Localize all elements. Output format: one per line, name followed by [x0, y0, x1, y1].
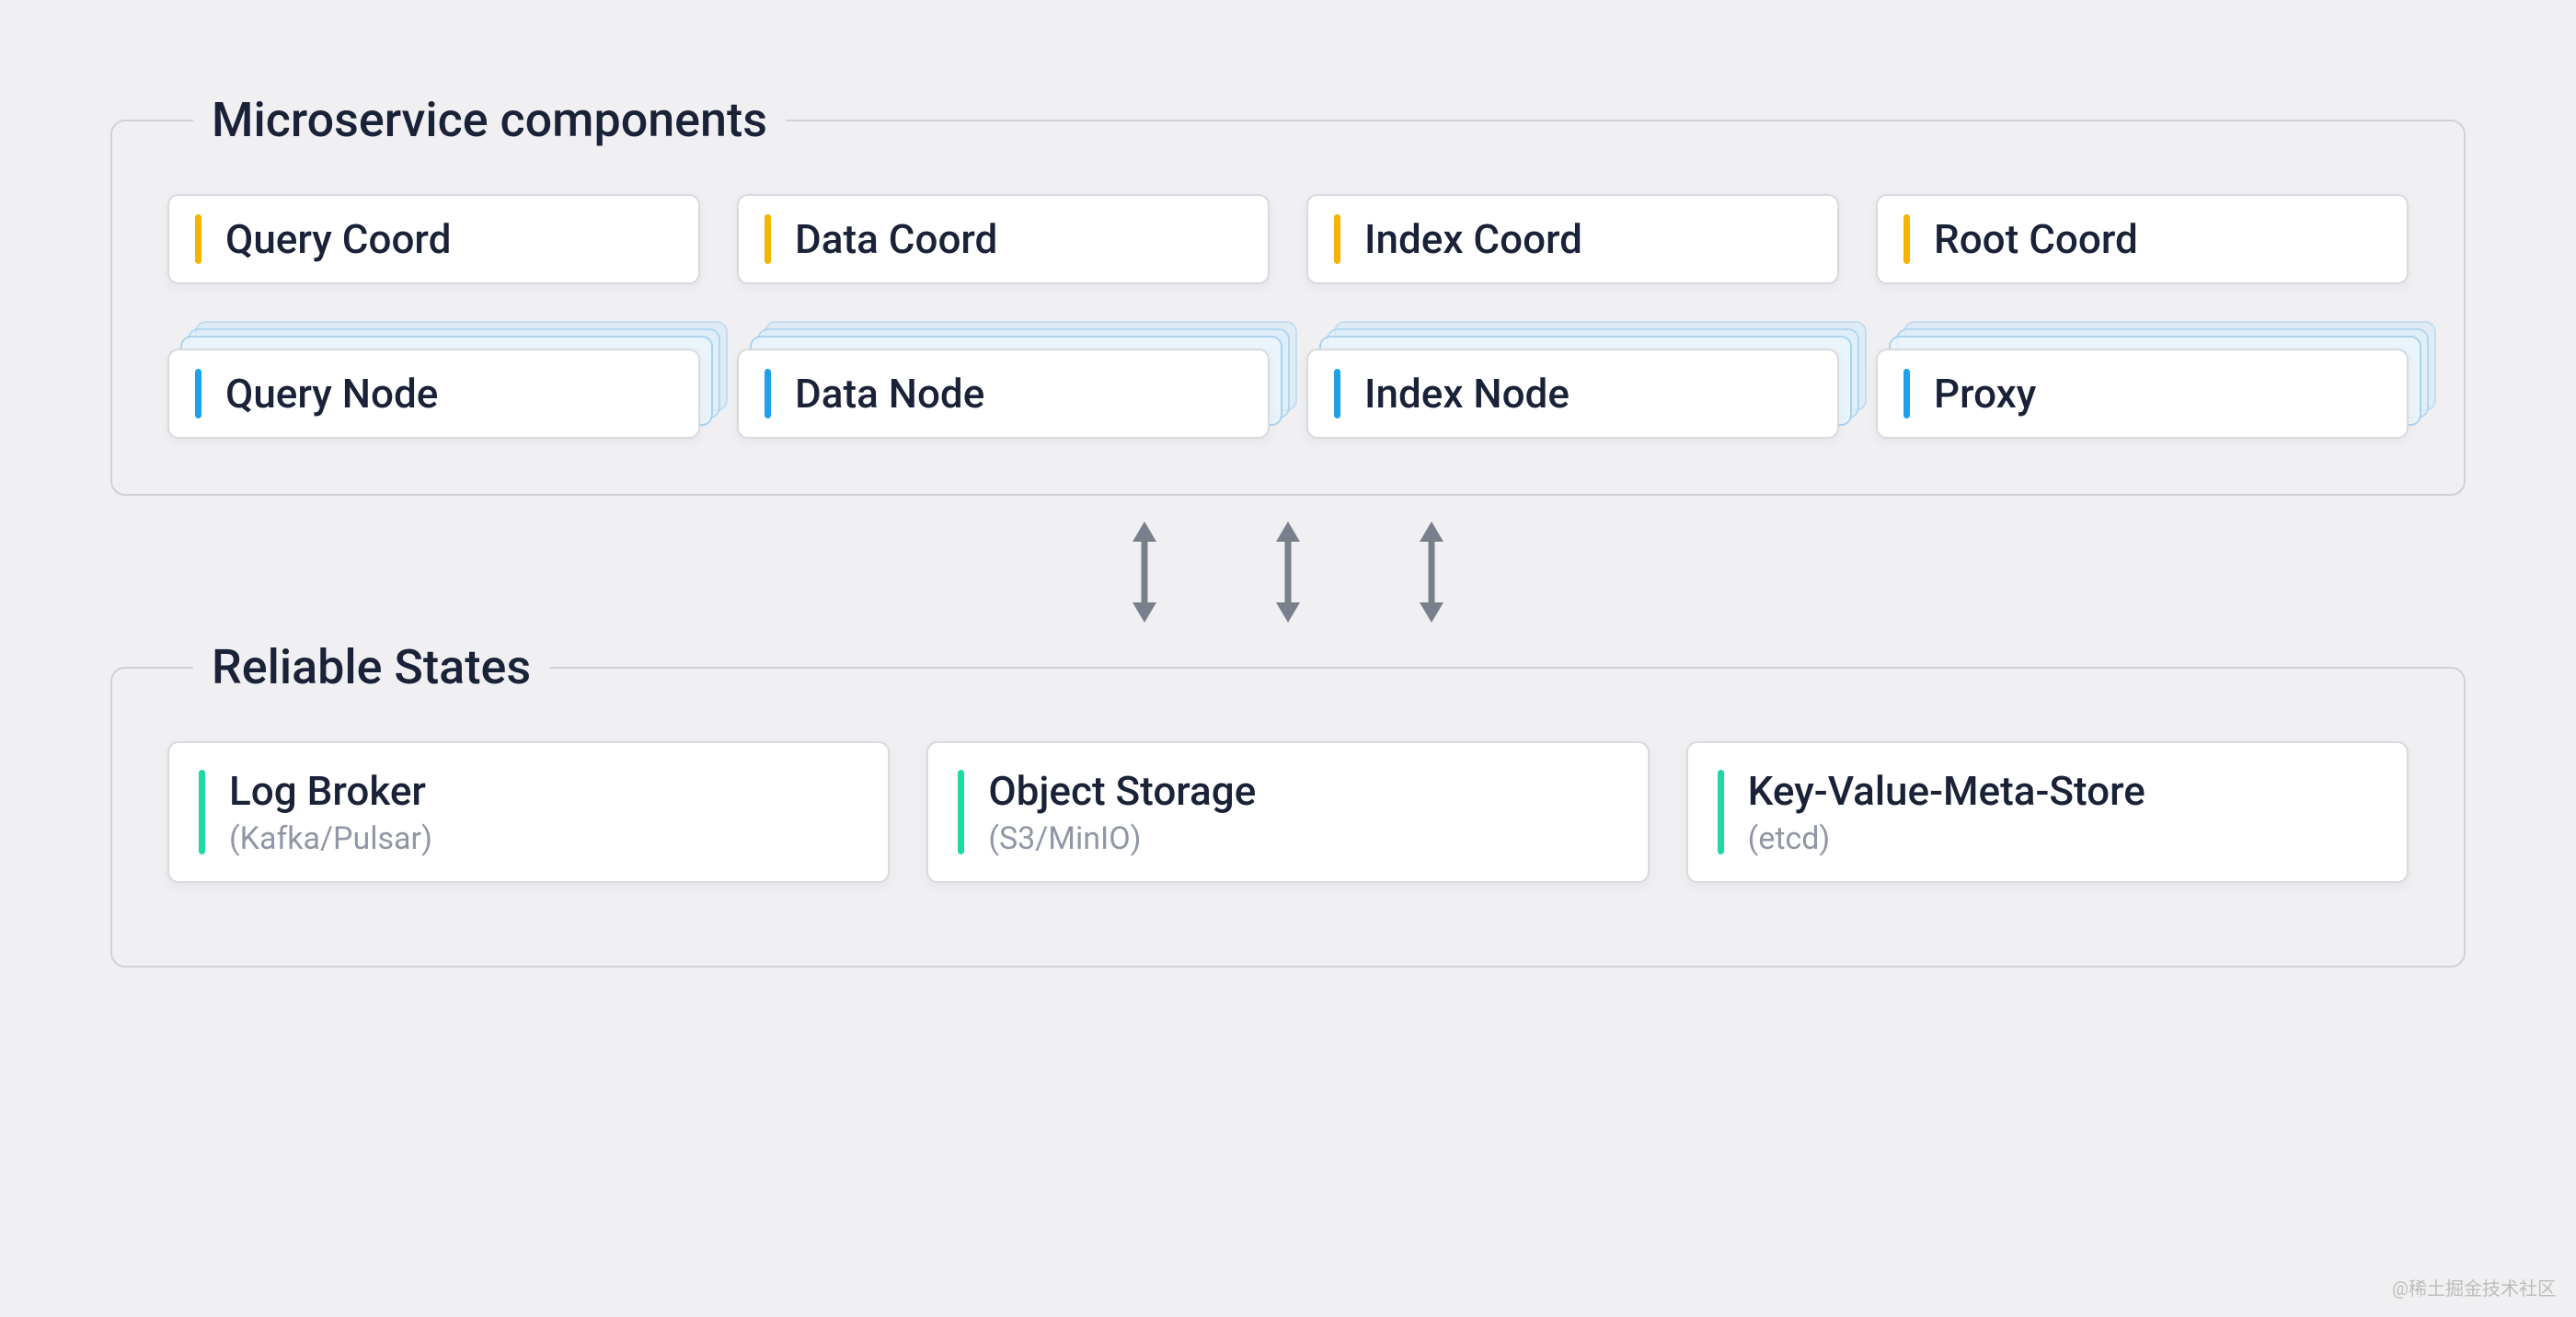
query-coord-card: Query Coord — [167, 194, 700, 284]
accent-bar — [1334, 369, 1340, 418]
query-node-stack: Query Node — [167, 349, 700, 439]
node-row: Query Node Data Node Index Node Proxy — [167, 349, 2409, 439]
bidirectional-arrows — [110, 496, 2466, 639]
proxy-label: Proxy — [1934, 370, 2036, 418]
accent-bar — [195, 369, 201, 418]
kv-meta-store-sublabel: (etcd) — [1748, 820, 2145, 857]
index-coord-card: Index Coord — [1306, 194, 1839, 284]
root-coord-label: Root Coord — [1934, 215, 2138, 263]
proxy-card: Proxy — [1876, 349, 2409, 439]
accent-bar — [199, 770, 205, 854]
data-node-stack: Data Node — [737, 349, 1270, 439]
root-coord-card: Root Coord — [1876, 194, 2409, 284]
accent-bar — [1334, 214, 1340, 264]
index-node-card: Index Node — [1306, 349, 1839, 439]
states-row: Log Broker (Kafka/Pulsar) Object Storage… — [167, 741, 2409, 883]
data-coord-card: Data Coord — [737, 194, 1270, 284]
accent-bar — [765, 369, 771, 418]
microservice-title: Microservice components — [193, 92, 786, 148]
data-node-card: Data Node — [737, 349, 1270, 439]
query-node-label: Query Node — [225, 370, 438, 418]
log-broker-card: Log Broker (Kafka/Pulsar) — [167, 741, 890, 883]
object-storage-card: Object Storage (S3/MinIO) — [926, 741, 1649, 883]
accent-bar — [1903, 369, 1910, 418]
log-broker-sublabel: (Kafka/Pulsar) — [229, 820, 432, 857]
accent-bar — [765, 214, 771, 264]
object-storage-label: Object Storage — [988, 767, 1256, 815]
object-storage-sublabel: (S3/MinIO) — [988, 820, 1256, 857]
reliable-states-section: Reliable States Log Broker (Kafka/Pulsar… — [110, 639, 2466, 968]
index-node-stack: Index Node — [1306, 349, 1839, 439]
coord-row: Query Coord Data Coord Index Coord Root … — [167, 194, 2409, 284]
arrow-icon — [1410, 521, 1453, 623]
query-coord-label: Query Coord — [225, 215, 451, 263]
reliable-states-title: Reliable States — [193, 639, 549, 695]
microservice-section: Microservice components Query Coord Data… — [110, 92, 2466, 496]
proxy-stack: Proxy — [1876, 349, 2409, 439]
arrow-icon — [1267, 521, 1309, 623]
accent-bar — [958, 770, 964, 854]
query-node-card: Query Node — [167, 349, 700, 439]
data-coord-label: Data Coord — [795, 215, 997, 263]
accent-bar — [195, 214, 201, 264]
accent-bar — [1903, 214, 1910, 264]
watermark-text: @稀土掘金技术社区 — [2392, 1274, 2556, 1300]
index-node-label: Index Node — [1364, 370, 1570, 418]
kv-meta-store-label: Key-Value-Meta-Store — [1748, 767, 2145, 815]
log-broker-label: Log Broker — [229, 767, 432, 815]
index-coord-label: Index Coord — [1364, 215, 1582, 263]
kv-meta-store-card: Key-Value-Meta-Store (etcd) — [1686, 741, 2409, 883]
arrow-icon — [1123, 521, 1166, 623]
accent-bar — [1718, 770, 1724, 854]
data-node-label: Data Node — [795, 370, 984, 418]
